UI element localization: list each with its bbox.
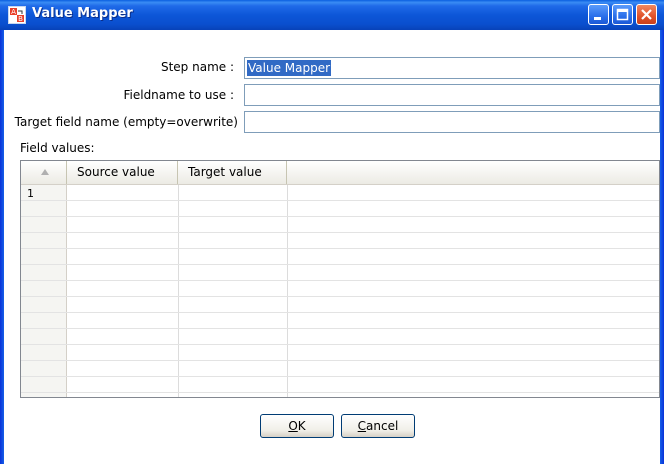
table-row[interactable]: [21, 377, 659, 393]
table-row[interactable]: [21, 249, 659, 265]
sort-up-icon: [41, 169, 49, 175]
step-name-field[interactable]: Value Mapper: [244, 57, 660, 79]
step-name-value: Value Mapper: [247, 60, 332, 76]
svg-text:B: B: [18, 15, 23, 23]
target-field-field[interactable]: [244, 111, 660, 133]
window-border-right: [660, 30, 664, 464]
step-name-label: Step name :: [160, 60, 234, 74]
ok-mnemonic: O: [288, 419, 298, 433]
cancel-button[interactable]: Cancel: [341, 414, 415, 438]
table-row[interactable]: [21, 297, 659, 313]
window-title: Value Mapper: [32, 6, 133, 21]
close-icon: [641, 9, 652, 20]
field-values-label: Field values:: [20, 141, 95, 155]
source-value-header[interactable]: Source value: [67, 161, 178, 184]
fieldname-field[interactable]: [244, 84, 660, 106]
table-row[interactable]: [21, 361, 659, 377]
title-bar[interactable]: A B Value Mapper: [0, 0, 664, 30]
table-row[interactable]: [21, 281, 659, 297]
cancel-label: ancel: [366, 419, 399, 433]
minimize-button[interactable]: [588, 4, 609, 25]
table-row[interactable]: [21, 265, 659, 281]
ok-label: K: [297, 419, 306, 433]
close-button[interactable]: [636, 4, 657, 25]
field-values-table[interactable]: Source value Target value 1: [20, 160, 660, 398]
target-field-label: Target field name (empty=overwrite): [14, 115, 238, 129]
value-mapper-app-icon: A B: [8, 6, 26, 24]
maximize-button[interactable]: [612, 4, 633, 25]
table-row[interactable]: [21, 233, 659, 249]
maximize-icon: [616, 8, 629, 21]
table-row[interactable]: [21, 313, 659, 329]
table-row[interactable]: [21, 345, 659, 361]
table-row[interactable]: [21, 329, 659, 345]
row-number-header[interactable]: [21, 161, 67, 184]
cancel-mnemonic: C: [357, 419, 367, 433]
ok-button[interactable]: OK: [260, 414, 334, 438]
table-row[interactable]: [21, 201, 659, 217]
fieldname-label: Fieldname to use :: [123, 88, 234, 102]
svg-text:A: A: [11, 8, 16, 16]
target-value-header[interactable]: Target value: [178, 161, 287, 184]
table-header: Source value Target value: [21, 161, 659, 185]
window-border-left: [0, 30, 4, 464]
table-row[interactable]: [21, 217, 659, 233]
minimize-icon: [594, 17, 601, 20]
row-number: 1: [27, 187, 34, 200]
table-row[interactable]: [21, 185, 659, 201]
